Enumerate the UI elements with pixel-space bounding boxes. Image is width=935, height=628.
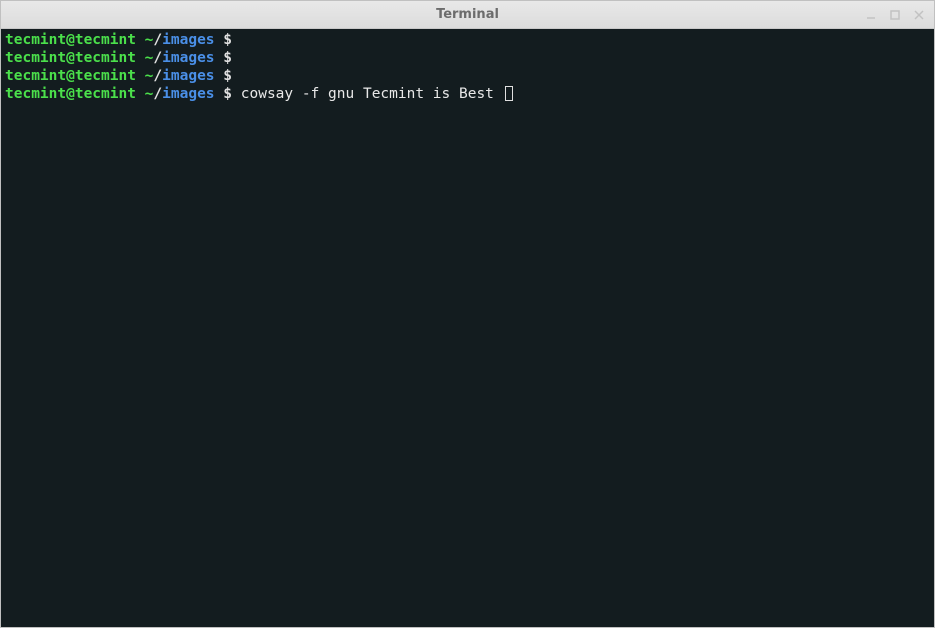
prompt-dollar: $ <box>215 86 241 102</box>
terminal-line: tecmint@tecmint ~/images $ <box>5 31 930 49</box>
minimize-icon <box>865 9 877 21</box>
prompt-slash: / <box>153 50 162 66</box>
terminal-line: tecmint@tecmint ~/images $ cowsay -f gnu… <box>5 85 930 103</box>
minimize-button[interactable] <box>862 6 880 24</box>
prompt-dollar: $ <box>215 50 241 66</box>
terminal-line: tecmint@tecmint ~/images $ <box>5 49 930 67</box>
prompt-dir: images <box>162 32 214 48</box>
command-text: cowsay -f gnu Tecmint is Best <box>241 86 503 102</box>
prompt-user: tecmint@tecmint <box>5 32 136 48</box>
window-controls <box>862 1 928 29</box>
prompt-user: tecmint@tecmint <box>5 50 136 66</box>
prompt-tilde: ~ <box>136 86 153 102</box>
prompt-user: tecmint@tecmint <box>5 86 136 102</box>
prompt-dir: images <box>162 50 214 66</box>
prompt-slash: / <box>153 32 162 48</box>
titlebar[interactable]: Terminal <box>1 1 934 29</box>
prompt-tilde: ~ <box>136 68 153 84</box>
terminal-window: Terminal tecmint@tecmint ~/images $ tecm… <box>0 0 935 628</box>
prompt-slash: / <box>153 68 162 84</box>
close-icon <box>913 9 925 21</box>
prompt-dollar: $ <box>215 68 241 84</box>
terminal-body[interactable]: tecmint@tecmint ~/images $ tecmint@tecmi… <box>1 29 934 627</box>
window-title: Terminal <box>436 7 499 22</box>
terminal-line: tecmint@tecmint ~/images $ <box>5 67 930 85</box>
prompt-tilde: ~ <box>136 32 153 48</box>
prompt-dir: images <box>162 68 214 84</box>
close-button[interactable] <box>910 6 928 24</box>
maximize-icon <box>889 9 901 21</box>
prompt-dollar: $ <box>215 32 241 48</box>
cursor <box>505 86 513 101</box>
prompt-slash: / <box>153 86 162 102</box>
prompt-tilde: ~ <box>136 50 153 66</box>
maximize-button[interactable] <box>886 6 904 24</box>
prompt-user: tecmint@tecmint <box>5 68 136 84</box>
prompt-dir: images <box>162 86 214 102</box>
